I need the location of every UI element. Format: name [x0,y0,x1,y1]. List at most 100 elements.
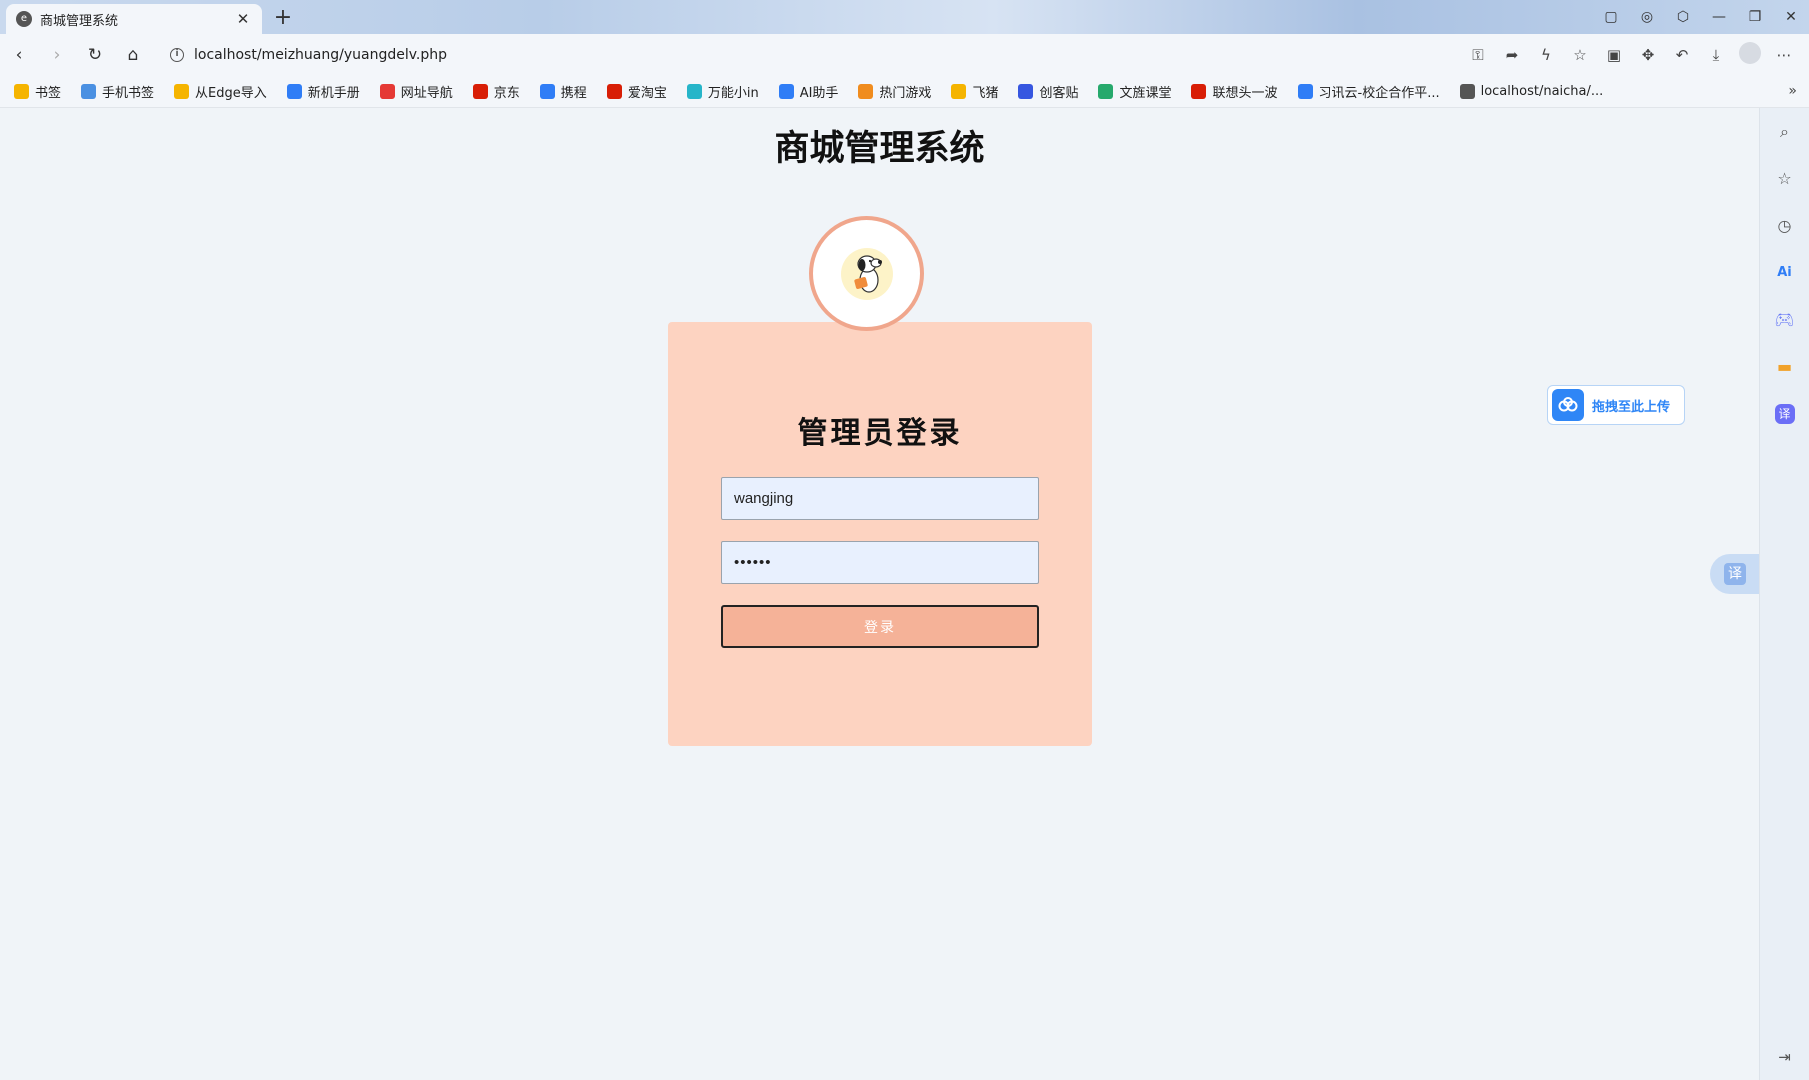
password-input[interactable] [721,541,1039,584]
bookmark-item[interactable]: 热门游戏 [858,82,931,101]
bookmark-item[interactable]: 携程 [539,82,587,101]
bookmark-label: 热门游戏 [879,86,932,101]
url-bar[interactable]: i localhost/meizhuang/yuangdelv.php [170,47,1461,63]
bookmark-favicon-icon [1098,84,1114,99]
bookmark-label: 文旌课堂 [1119,86,1172,101]
translate-float-button[interactable]: 译 [1710,554,1760,594]
bookmark-label: AI助手 [799,86,839,101]
share-icon[interactable]: ➦ [1495,46,1529,64]
login-card: 管理员登录 登录 [668,322,1092,746]
favorites-star-icon[interactable]: ☆ [1771,165,1799,193]
back-icon[interactable]: ‹ [0,45,38,65]
snoopy-avatar-icon [840,247,893,300]
favorite-star-icon[interactable]: ☆ [1563,46,1597,64]
forward-icon[interactable]: › [38,45,76,65]
username-input[interactable] [721,477,1039,520]
toolbox-icon[interactable]: ▬ [1771,353,1799,381]
address-toolbar: ‹ › ↻ ⌂ i localhost/meizhuang/yuangdelv.… [0,34,1809,76]
bookmark-favicon-icon [174,84,190,99]
site-favicon-icon: e [16,11,32,27]
new-tab-icon[interactable]: + [270,5,296,30]
bookmark-favicon-icon [539,84,555,99]
more-menu-icon[interactable]: ⋯ [1767,46,1801,64]
bookmark-favicon-icon [686,84,702,99]
bookmark-favicon-icon [286,84,302,99]
extension-icon[interactable]: ▣ [1597,46,1631,64]
bookmark-label: 携程 [560,86,587,101]
bookmark-favicon-icon [81,84,97,99]
page-title: 商城管理系统 [774,129,985,169]
close-window-icon[interactable]: ✕ [1773,9,1809,25]
minimize-icon[interactable]: — [1701,9,1737,25]
close-tab-icon[interactable]: ✕ [234,10,252,28]
bookmark-label: 飞猪 [972,86,999,101]
bookmark-item[interactable]: 联想头一波 [1191,82,1278,101]
gamepad-icon[interactable]: 🎮︎ [1771,306,1799,334]
bookmark-favicon-icon [472,84,488,99]
bookmark-item[interactable]: 新机手册 [286,82,360,101]
undo-icon[interactable]: ↶ [1665,46,1699,64]
bookmark-label: 书签 [35,86,62,101]
bookmarks-overflow-icon[interactable]: » [1788,83,1797,99]
bookmark-favicon-icon [1191,84,1207,99]
cloud-upload-icon [1552,389,1584,421]
bookmark-item[interactable]: 飞猪 [951,82,998,101]
bookmark-item[interactable]: 爱淘宝 [606,82,667,101]
site-info-icon[interactable]: i [170,48,184,62]
bookmark-label: 创客贴 [1039,86,1079,101]
browser-titlebar: e 商城管理系统 ✕ + ▢ ◎ ⬡ — ❐ ✕ [0,0,1809,34]
bookmark-item[interactable]: 京东 [472,82,520,101]
bookmark-item[interactable]: 习讯云-校企合作平... [1297,82,1440,101]
bookmark-item[interactable]: 网址导航 [379,82,453,101]
translate-icon: 译 [1724,563,1746,585]
restore-icon[interactable]: ❐ [1737,9,1773,25]
bookmark-item[interactable]: 文旌课堂 [1098,82,1171,101]
browser-tab-active[interactable]: e 商城管理系统 ✕ [6,4,262,34]
collections-icon[interactable]: ◎ [1629,9,1665,25]
toolbar-actions: ⚿ ➦ ϟ ☆ ▣ ✥ ↶ ⤓ ⋯ [1461,42,1801,68]
ai-assistant-icon[interactable]: Ai [1771,259,1799,287]
tab-overview-icon[interactable]: ▢ [1593,9,1629,25]
bookmark-favicon-icon [1297,84,1313,99]
upload-label: 拖拽至此上传 [1592,399,1671,415]
extensions-shelf-icon[interactable]: ⬡ [1665,9,1701,25]
login-heading: 管理员登录 [797,416,963,451]
bookmark-label: 新机手册 [307,86,360,101]
lightning-icon[interactable]: ϟ [1529,46,1563,64]
collapse-panel-icon[interactable]: ⇥ [1778,1048,1791,1066]
admin-avatar [809,216,924,331]
bookmark-label: 习讯云-校企合作平... [1318,86,1440,101]
bookmark-favicon-icon [379,84,395,99]
download-icon[interactable]: ⤓ [1699,46,1733,64]
drag-upload-widget[interactable]: 拖拽至此上传 [1547,385,1685,425]
bookmark-item[interactable]: 创客贴 [1018,82,1078,101]
puzzle-icon[interactable]: ✥ [1631,46,1665,64]
sidebar-translate-icon[interactable]: 译 [1774,404,1795,424]
bookmark-item[interactable]: 手机书签 [81,82,154,101]
bookmark-item[interactable]: localhost/naicha/... [1459,84,1603,99]
bookmark-item[interactable]: 书签 [14,82,61,101]
browser-side-panel: ⌕ ☆ ◷ Ai 🎮︎ ▬ 译 ⇥ [1759,108,1809,1080]
bookmark-favicon-icon [1459,84,1475,99]
search-icon[interactable]: ⌕ [1771,118,1799,146]
profile-avatar[interactable] [1733,42,1767,68]
url-text[interactable]: localhost/meizhuang/yuangdelv.php [194,47,447,63]
bookmark-item[interactable]: 从Edge导入 [174,82,267,101]
bookmark-favicon-icon [606,84,622,99]
bookmarks-bar: 书签 手机书签 从Edge导入 新机手册 网址导航 京东 携程 爱淘宝 万能小in AI助手 热门游… [0,76,1809,108]
window-controls: ▢ ◎ ⬡ — ❐ ✕ [1593,0,1809,34]
bookmark-favicon-icon [778,84,794,99]
history-clock-icon[interactable]: ◷ [1771,212,1799,240]
reload-icon[interactable]: ↻ [76,45,114,65]
bookmark-label: 联想头一波 [1212,86,1278,101]
password-key-icon[interactable]: ⚿ [1461,46,1495,64]
home-icon[interactable]: ⌂ [114,45,152,65]
bookmark-favicon-icon [1018,84,1034,99]
bookmark-item[interactable]: AI助手 [778,82,839,101]
tab-title: 商城管理系统 [40,13,119,29]
bookmark-label: 手机书签 [102,86,155,101]
bookmark-label: 从Edge导入 [195,86,267,101]
bookmark-item[interactable]: 万能小in [686,82,759,101]
login-button[interactable]: 登录 [721,605,1039,648]
bookmark-label: 万能小in [707,86,759,101]
